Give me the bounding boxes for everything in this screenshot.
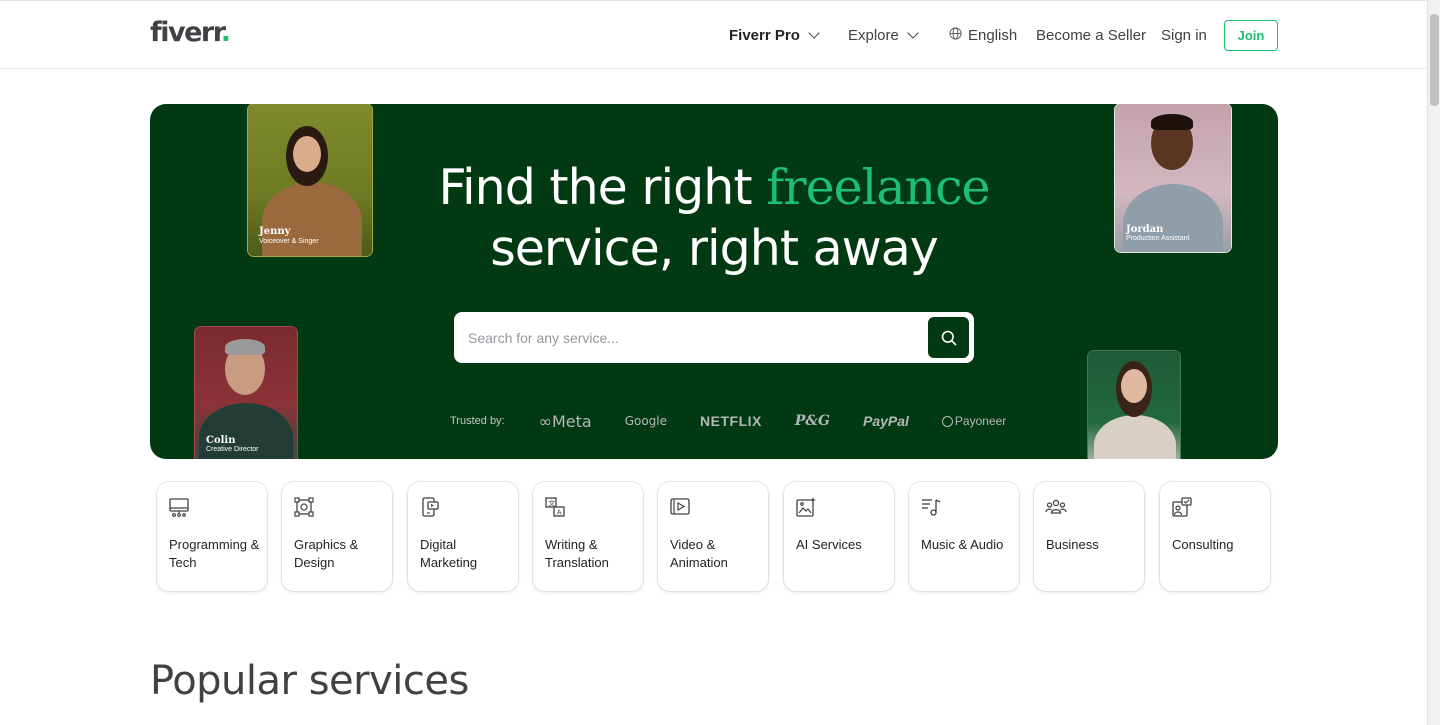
category-card-business[interactable]: Business [1034,482,1144,591]
category-card-consulting[interactable]: Consulting [1160,482,1270,591]
nav-sign-in[interactable]: Sign in [1161,1,1207,69]
chevron-down-icon [808,26,820,39]
portrait-freelancer [1088,351,1180,459]
person-hair [1151,114,1193,130]
popular-services-heading: Popular services [150,658,469,704]
portrait-name: Colin [206,435,236,446]
category-label: Consulting [1172,537,1234,552]
nav-become-seller[interactable]: Become a Seller [1036,1,1146,69]
search-icon [941,330,956,345]
category-label: Video & Animation [670,537,728,570]
search-input[interactable] [454,312,924,363]
music-note-icon [922,499,941,516]
svg-text:文: 文 [548,498,555,507]
trusted-by-row: Trusted by: ∞Meta Google NETFLIX P&G Pay… [450,410,1039,432]
category-label: Music & Audio [921,537,1004,552]
join-button[interactable]: Join [1224,20,1278,51]
consulting-icon [1172,497,1192,517]
ai-image-icon [796,497,816,517]
chevron-down-icon [907,26,919,39]
globe-icon [949,26,962,44]
hero-title-part1: Find the right [438,159,767,216]
site-header: fiverr. Fiverr Pro Explore English Becom… [0,0,1427,69]
paypal-logo: PayPal [862,413,909,429]
nav-language-label: English [968,26,1018,44]
page-scrollbar[interactable] [1427,0,1440,725]
category-card-ai-services[interactable]: AI Services [784,482,894,591]
category-label: Programming & Tech [169,537,260,570]
person-face [1121,369,1147,403]
category-card-graphics-design[interactable]: Graphics & Design [282,482,392,591]
netflix-logo: NETFLIX [700,413,762,429]
category-label: Digital Marketing [420,537,478,570]
payoneer-ring-icon [941,415,953,427]
category-card-writing-translation[interactable]: 文A Writing & Translation [533,482,643,591]
nav-language[interactable]: English [949,1,1017,69]
category-card-digital-marketing[interactable]: Digital Marketing [408,482,518,591]
hero-headline: Find the right freelance service, right … [150,157,1278,279]
marketing-device-icon [422,497,439,517]
category-card-music-audio[interactable]: Music & Audio [909,482,1019,591]
translation-icon: 文A [545,497,565,517]
category-label: Business [1046,537,1099,552]
google-logo: Google [624,414,668,428]
scrollbar-thumb[interactable] [1430,14,1439,106]
nav-sign-in-label: Sign in [1161,26,1207,44]
category-label: Graphics & Design [294,537,359,570]
search-bar [454,312,974,363]
payoneer-logo: Payoneer [941,414,1006,428]
video-play-icon [670,498,690,515]
people-group-icon [1045,499,1067,514]
design-frame-icon [294,497,314,517]
svg-text:A: A [557,508,562,516]
portrait-role: Creative Director [206,446,259,453]
category-label: Writing & Translation [545,537,609,570]
person-body [1094,415,1176,459]
hero-banner: Jenny Voiceover & Singer Jordan Producti… [150,104,1278,459]
category-card-video-animation[interactable]: Video & Animation [658,482,768,591]
nav-fiverr-pro-label: Fiverr Pro [729,26,800,44]
nav-become-seller-label: Become a Seller [1036,26,1147,44]
nav-explore-label: Explore [848,26,899,44]
monitor-icon [169,498,189,517]
category-card-programming-tech[interactable]: Programming & Tech [157,482,267,591]
trusted-by-label: Trusted by: [450,415,505,427]
hero-title-accent: freelance [766,159,990,216]
category-label: AI Services [796,537,862,552]
person-hair [225,339,265,355]
nav-explore[interactable]: Explore [848,1,919,69]
fiverr-logo[interactable]: fiverr. [150,17,231,48]
meta-logo: ∞Meta [538,411,592,431]
pg-logo: P&G [794,413,830,429]
nav-fiverr-pro[interactable]: Fiverr Pro [729,1,820,69]
portrait-colin: Colin Creative Director [195,327,297,459]
search-button[interactable] [928,317,969,358]
hero-title-part2: service, right away [490,220,939,277]
